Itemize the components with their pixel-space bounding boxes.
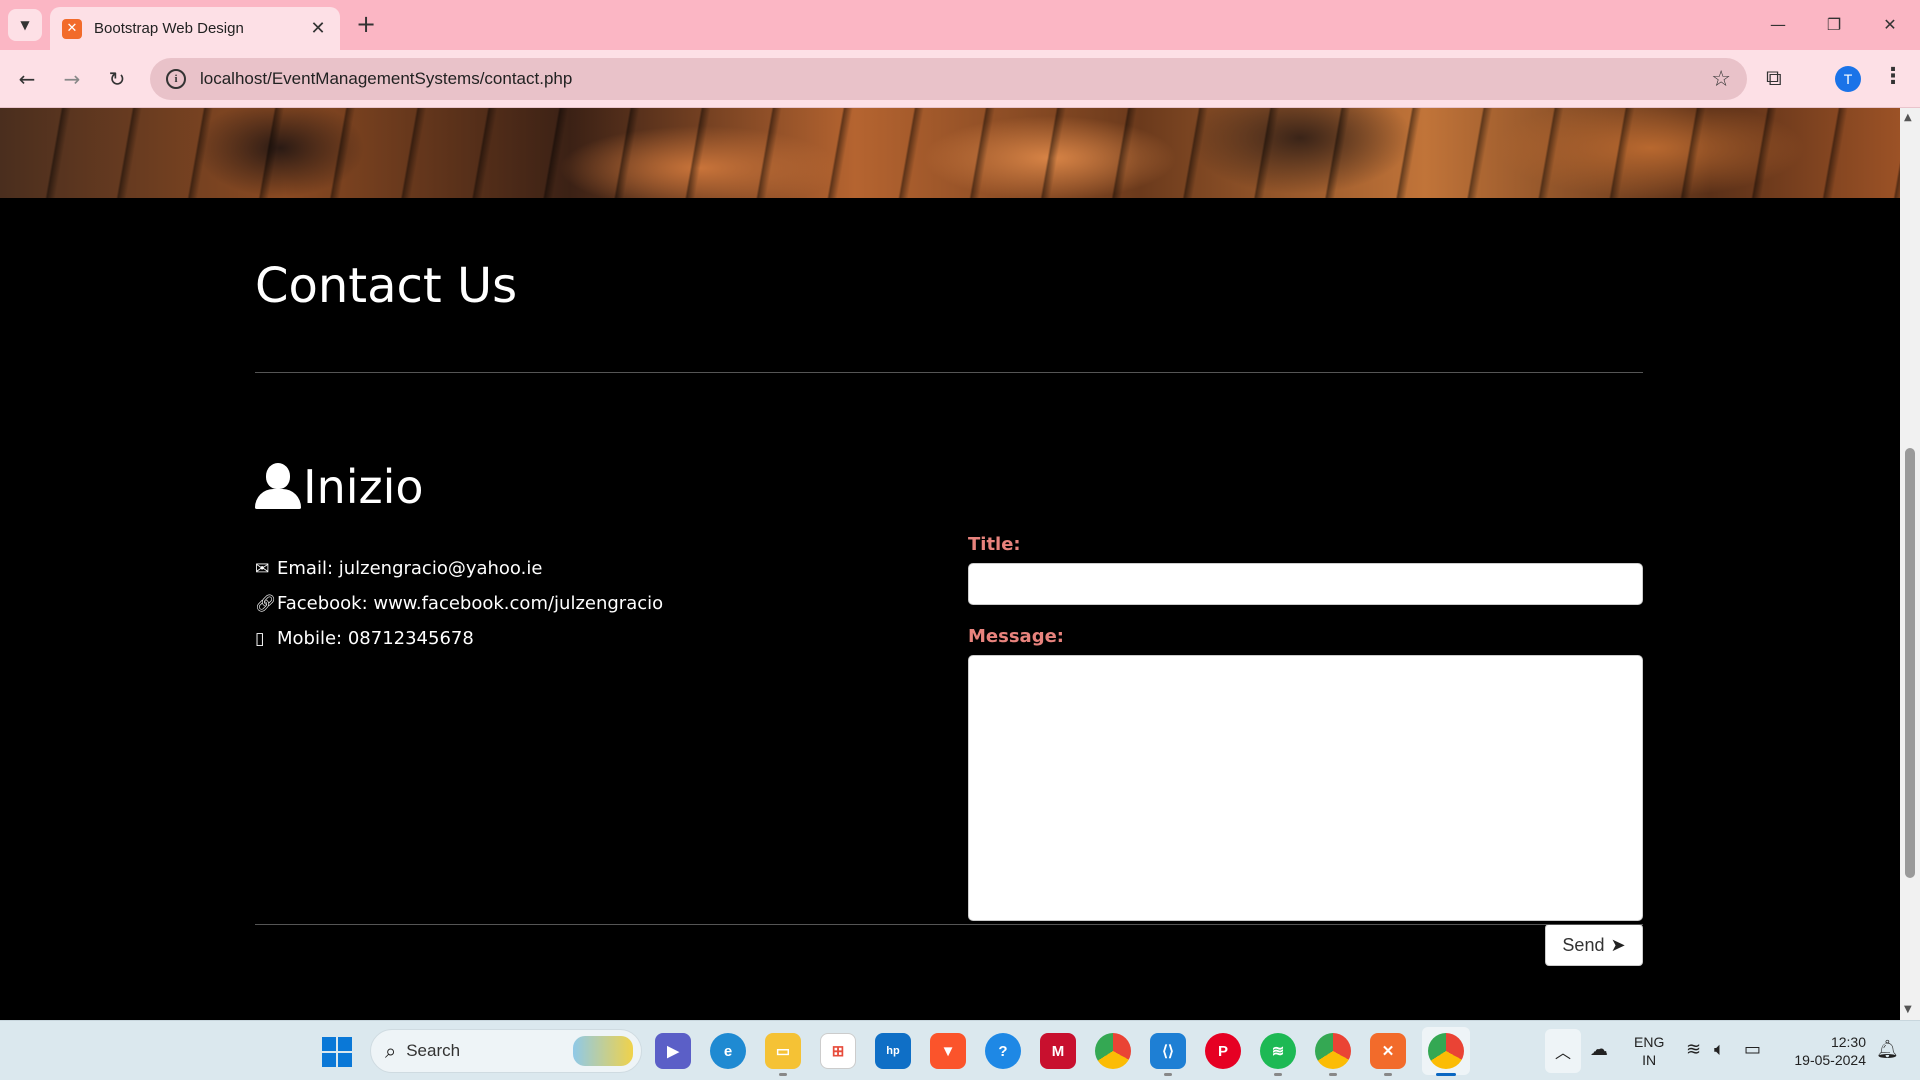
extensions-puzzle-icon[interactable]: ⧉ <box>1766 66 1782 91</box>
bookmark-star-icon[interactable]: ☆ <box>1711 67 1731 92</box>
divider-top <box>255 372 1643 373</box>
system-clock[interactable]: 12:30 19-05-2024 <box>1782 1033 1866 1069</box>
forward-button[interactable]: → <box>54 61 90 97</box>
scroll-down-arrow-icon[interactable]: ▼ <box>1904 1004 1912 1015</box>
windows-taskbar: ⌕ Search ▶ e ▭ ⊞ hp ▼ ? M ⟨⟩ P ≋ ✕ ︿ ☁ E… <box>0 1020 1920 1080</box>
running-indicator <box>1274 1073 1282 1076</box>
reload-icon: ↻ <box>108 67 126 91</box>
search-highlight-icon <box>573 1036 633 1066</box>
scroll-up-arrow-icon[interactable]: ▲ <box>1904 112 1912 123</box>
title-label: Title: <box>968 534 1021 555</box>
org-heading: Inizio <box>255 460 424 514</box>
chevron-down-icon: ▼ <box>20 18 30 32</box>
send-label: Send <box>1562 934 1605 955</box>
pinterest-app-icon[interactable]: P <box>1205 1033 1241 1069</box>
running-indicator <box>1384 1073 1392 1076</box>
chrome-active-app-icon[interactable] <box>1428 1033 1464 1069</box>
contact-facebook: 🔗︎ Facebook: www.facebook.com/julzengrac… <box>255 593 663 614</box>
clock-date: 19-05-2024 <box>1794 1052 1866 1068</box>
active-app-indicator <box>1436 1073 1456 1076</box>
onedrive-cloud-icon[interactable]: ☁ <box>1590 1039 1608 1060</box>
battery-icon[interactable]: ▭ <box>1744 1039 1761 1060</box>
divider-bottom <box>255 924 1643 925</box>
hero-concert-image <box>0 108 1900 198</box>
contact-email: ✉ Email: julzengracio@yahoo.ie <box>255 558 542 579</box>
address-url[interactable]: localhost/EventManagementSystems/contact… <box>200 69 1711 89</box>
envelope-icon: ✉ <box>255 558 270 579</box>
spotify-app-icon[interactable]: ≋ <box>1260 1033 1296 1069</box>
scroll-thumb[interactable] <box>1905 448 1915 878</box>
page-viewport: Contact Us Inizio ✉ Email: julzengracio@… <box>0 108 1900 1020</box>
brave-browser-icon[interactable]: ▼ <box>930 1033 966 1069</box>
new-tab-button[interactable]: + <box>352 10 380 38</box>
tab-title: Bootstrap Web Design <box>94 20 244 37</box>
profile-avatar[interactable]: T <box>1835 66 1861 92</box>
message-textarea[interactable] <box>968 655 1643 921</box>
search-icon: ⌕ <box>385 1039 397 1063</box>
volume-icon[interactable]: 🔈︎ <box>1714 1039 1725 1060</box>
browser-tab-active[interactable]: ✕ Bootstrap Web Design ✕ <box>50 7 340 50</box>
taskbar-search-text: Search <box>406 1041 461 1060</box>
taskbar-search[interactable]: ⌕ Search <box>370 1029 642 1073</box>
contact-email-text: Email: julzengracio@yahoo.ie <box>277 558 543 579</box>
vscode-app-icon[interactable]: ⟨⟩ <box>1150 1033 1186 1069</box>
microsoft-store-icon[interactable]: ⊞ <box>820 1033 856 1069</box>
page-scrollbar[interactable]: ▲ ▼ <box>1900 108 1920 1020</box>
xampp-app-icon[interactable]: ✕ <box>1370 1033 1406 1069</box>
browser-tab-bar: ▼ ✕ Bootstrap Web Design ✕ + — ❐ ✕ <box>0 0 1920 50</box>
file-explorer-icon[interactable]: ▭ <box>765 1033 801 1069</box>
windows-start-icon[interactable] <box>322 1037 352 1067</box>
browser-menu-icon[interactable]: ⋮ <box>1882 64 1904 89</box>
language-region: IN <box>1642 1052 1657 1068</box>
contact-facebook-text: Facebook: www.facebook.com/julzengracio <box>277 593 664 614</box>
phone-icon: ▯ <box>255 628 265 649</box>
wifi-icon[interactable]: ≋ <box>1686 1039 1701 1060</box>
back-button[interactable]: ← <box>9 61 45 97</box>
help-app-icon[interactable]: ? <box>985 1033 1021 1069</box>
xampp-favicon-icon: ✕ <box>62 18 82 39</box>
chrome-app-icon[interactable] <box>1095 1033 1131 1069</box>
running-indicator <box>1164 1073 1172 1076</box>
browser-toolbar: ← → ↻ i localhost/EventManagementSystems… <box>0 50 1920 108</box>
site-info-icon[interactable]: i <box>166 69 186 89</box>
notification-bell-icon[interactable]: 🔔︎ <box>1876 1039 1899 1060</box>
minimize-button[interactable]: — <box>1750 8 1806 40</box>
close-window-button[interactable]: ✕ <box>1862 8 1918 40</box>
running-indicator <box>1329 1073 1337 1076</box>
contact-mobile-text: Mobile: 08712345678 <box>277 628 474 649</box>
clock-time: 12:30 <box>1830 1034 1866 1050</box>
language-code: ENG <box>1634 1034 1665 1050</box>
page-title: Contact Us <box>255 258 518 314</box>
message-label: Message: <box>968 626 1064 647</box>
tray-overflow-chevron-icon[interactable]: ︿ <box>1545 1029 1581 1073</box>
contact-mobile: ▯ Mobile: 08712345678 <box>255 628 474 649</box>
myhp-app-icon[interactable]: hp <box>875 1033 911 1069</box>
running-indicator <box>779 1073 787 1076</box>
send-button[interactable]: Send ➤ <box>1545 924 1643 966</box>
edge-app-icon[interactable]: e <box>710 1033 746 1069</box>
link-icon: 🔗︎ <box>255 593 277 614</box>
restore-button[interactable]: ❐ <box>1806 8 1862 40</box>
address-bar[interactable]: i localhost/EventManagementSystems/conta… <box>150 58 1747 100</box>
reload-button[interactable]: ↻ <box>99 61 135 97</box>
arrow-left-icon: ← <box>18 67 36 91</box>
meet-app-icon[interactable]: ▶ <box>655 1033 691 1069</box>
chrome-profile-app-icon[interactable] <box>1315 1033 1351 1069</box>
arrow-right-icon: → <box>63 67 81 91</box>
org-name: Inizio <box>303 460 424 514</box>
mcafee-icon[interactable]: M <box>1040 1033 1076 1069</box>
tab-search-button[interactable]: ▼ <box>8 9 42 41</box>
paper-plane-icon: ➤ <box>1610 934 1626 955</box>
user-icon <box>255 463 301 511</box>
language-indicator[interactable]: ENG IN <box>1634 1033 1664 1069</box>
title-input[interactable] <box>968 563 1643 605</box>
tab-close-icon[interactable]: ✕ <box>308 18 328 39</box>
